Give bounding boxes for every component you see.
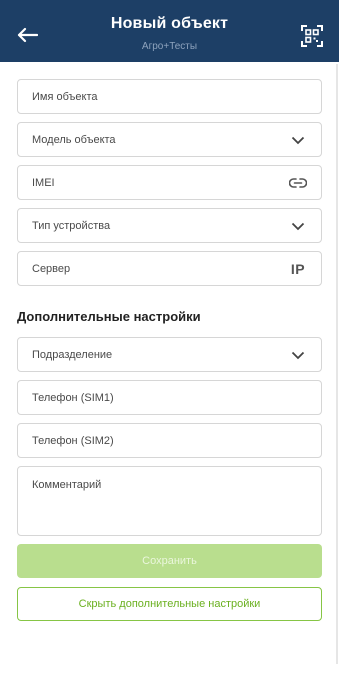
- imei-input[interactable]: IMEI: [17, 165, 322, 200]
- imei-placeholder: IMEI: [32, 177, 55, 189]
- scan-button[interactable]: [301, 25, 323, 47]
- object-model-placeholder: Модель объекта: [32, 134, 116, 146]
- division-select[interactable]: Подразделение: [17, 337, 322, 372]
- chevron-down-icon: [289, 347, 307, 363]
- device-type-placeholder: Тип устройства: [32, 220, 111, 232]
- object-name-placeholder: Имя объекта: [32, 91, 98, 103]
- server-placeholder: Сервер: [32, 263, 71, 275]
- save-button[interactable]: Сохранить: [17, 544, 322, 578]
- chevron-down-icon: [289, 132, 307, 148]
- object-model-select[interactable]: Модель объекта: [17, 122, 322, 157]
- phone-sim2-input[interactable]: Телефон (SIM2): [17, 423, 322, 458]
- hide-additional-settings-button[interactable]: Скрыть дополнительные настройки: [17, 587, 322, 621]
- phone-sim1-input[interactable]: Телефон (SIM1): [17, 380, 322, 415]
- phone-sim1-placeholder: Телефон (SIM1): [32, 392, 114, 404]
- division-placeholder: Подразделение: [32, 349, 113, 361]
- page-title: Новый объект: [110, 15, 229, 32]
- phone-sim2-placeholder: Телефон (SIM2): [32, 435, 114, 447]
- server-input[interactable]: Сервер IP: [17, 251, 322, 286]
- chevron-down-icon: [289, 218, 307, 234]
- ip-icon-label: IP: [290, 261, 306, 277]
- qr-scan-icon: [301, 25, 323, 47]
- scrollbar[interactable]: [336, 64, 338, 664]
- link-icon[interactable]: [289, 175, 307, 191]
- comment-placeholder: Комментарий: [32, 479, 102, 491]
- ip-icon[interactable]: IP: [289, 261, 307, 277]
- page-subtitle: Агро+Тесты: [141, 41, 198, 52]
- additional-settings-title: Дополнительные настройки: [17, 309, 201, 324]
- object-name-input[interactable]: Имя объекта: [17, 79, 322, 114]
- comment-textarea[interactable]: Комментарий: [17, 466, 322, 536]
- app-header: Новый объект Агро+Тесты: [0, 0, 339, 62]
- device-type-select[interactable]: Тип устройства: [17, 208, 322, 243]
